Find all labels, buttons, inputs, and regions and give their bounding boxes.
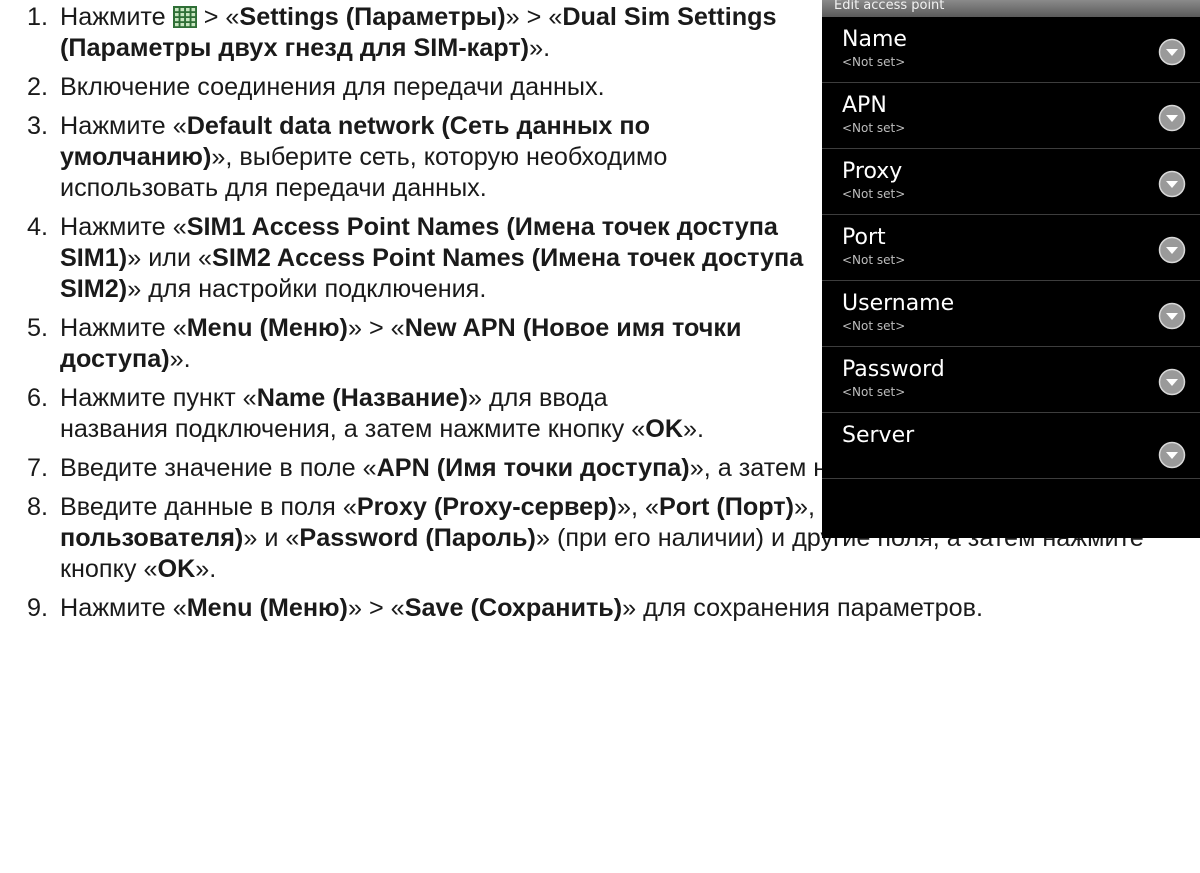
- step-4: 4. Нажмите «SIM1 Access Point Names (Име…: [8, 212, 820, 305]
- step-number: 3.: [26, 112, 48, 140]
- step-5: 5. Нажмите «Menu (Меню)» > «New APN (Нов…: [8, 313, 820, 375]
- bold-term: APN (Имя точки доступа): [376, 454, 690, 482]
- apn-field-port[interactable]: Port <Not set>: [822, 215, 1200, 281]
- bold-term: Proxy (Proxy-сервер): [356, 493, 617, 521]
- step-number: 5.: [26, 314, 48, 342]
- text-run: » и «: [243, 524, 300, 552]
- text-run: » для сохранения параметров.: [622, 594, 984, 622]
- apn-field-apn[interactable]: APN <Not set>: [822, 83, 1200, 149]
- apn-field-label: Password: [842, 357, 945, 382]
- apn-field-value: <Not set>: [842, 55, 906, 69]
- apn-field-username[interactable]: Username <Not set>: [822, 281, 1200, 347]
- text-run: » или «: [127, 244, 213, 272]
- step-number: 9.: [26, 594, 48, 622]
- bold-term: Menu (Меню): [186, 314, 348, 342]
- apn-field-value: <Not set>: [842, 319, 906, 333]
- text-run: » для ввода: [467, 384, 608, 412]
- bold-term: Menu (Меню): [186, 594, 348, 622]
- step-text: Нажмите «SIM1 Access Point Names (Имена …: [60, 213, 803, 303]
- bold-term: OK: [645, 415, 684, 443]
- text-run: ».: [169, 345, 191, 373]
- text-run: », «: [616, 493, 659, 521]
- text-run: Нажмите пункт «: [60, 384, 257, 412]
- apn-field-label: Name: [842, 27, 907, 52]
- dropdown-arrow-icon[interactable]: [1158, 104, 1186, 132]
- step-number: 1.: [26, 3, 48, 31]
- text-run: ».: [529, 34, 551, 62]
- apps-grid-icon: [172, 6, 197, 28]
- text-run: Нажмите «: [60, 213, 187, 241]
- apn-field-server[interactable]: Server: [822, 413, 1200, 479]
- apn-edit-screen: Edit access point Name <Not set> APN <Not s…: [822, 0, 1200, 538]
- apn-field-password[interactable]: Password <Not set>: [822, 347, 1200, 413]
- dropdown-arrow-icon[interactable]: [1158, 236, 1186, 264]
- dropdown-arrow-icon[interactable]: [1158, 302, 1186, 330]
- text-run: ».: [683, 415, 705, 443]
- step-2: 2. Включение соединения для передачи дан…: [8, 72, 820, 103]
- step-1: 1. Нажмите > «Settings (Параметры)» > «D…: [8, 2, 820, 64]
- dropdown-arrow-icon[interactable]: [1158, 441, 1186, 469]
- bold-term: Settings (Параметры): [239, 3, 506, 31]
- text-run: Нажмите: [60, 3, 173, 31]
- dropdown-arrow-icon[interactable]: [1158, 368, 1186, 396]
- step-number: 6.: [26, 384, 48, 412]
- step-3: 3. Нажмите «Default data network (Сеть д…: [8, 111, 820, 204]
- step-text: Нажмите «Default data network (Сеть данн…: [60, 112, 667, 202]
- step-number: 8.: [26, 493, 48, 521]
- apn-field-value: <Not set>: [842, 121, 906, 135]
- bold-term: Password (Пароль): [299, 524, 536, 552]
- text-run: названия подключения, а затем нажмите кн…: [60, 415, 646, 443]
- text-run: Нажмите «: [60, 112, 187, 140]
- apn-field-value: <Not set>: [842, 187, 906, 201]
- text-run: Введите данные в поля «: [60, 493, 357, 521]
- step-number: 2.: [26, 73, 48, 101]
- apn-field-value: <Not set>: [842, 385, 906, 399]
- apn-field-label: APN: [842, 93, 887, 118]
- text-run: » > «: [347, 594, 405, 622]
- step-9: 9. Нажмите «Menu (Меню)» > «Save (Сохран…: [8, 593, 1198, 624]
- apn-field-list: Name <Not set> APN <Not set> Proxy <Not set> P…: [822, 17, 1200, 479]
- text-run: » для настройки подключения.: [127, 275, 487, 303]
- step-text: Нажмите пункт «Name (Название)» для ввод…: [60, 384, 704, 443]
- apn-field-label: Username: [842, 291, 955, 316]
- text-run: Включение соединения для передачи данных…: [60, 73, 605, 101]
- text-run: » > «: [505, 3, 563, 31]
- apn-field-name[interactable]: Name <Not set>: [822, 17, 1200, 83]
- text-run: » > «: [347, 314, 405, 342]
- text-run: Введите значение в поле «: [60, 454, 377, 482]
- apn-field-label: Server: [842, 423, 915, 448]
- bold-term: Name (Название): [256, 384, 468, 412]
- step-text: Нажмите «Menu (Меню)» > «Save (Сохранить…: [60, 594, 983, 622]
- text-run: Нажмите «: [60, 594, 187, 622]
- apn-field-value: <Not set>: [842, 253, 906, 267]
- step-text: Включение соединения для передачи данных…: [60, 73, 605, 101]
- bold-term: Save (Сохранить): [404, 594, 623, 622]
- text-run: Нажмите «: [60, 314, 187, 342]
- text-run: ».: [195, 555, 217, 583]
- step-number: 4.: [26, 213, 48, 241]
- screen-title: Edit access point: [822, 0, 1200, 17]
- step-text: Нажмите «Menu (Меню)» > «New APN (Новое …: [60, 314, 742, 373]
- step-number: 7.: [26, 454, 48, 482]
- apn-field-label: Port: [842, 225, 886, 250]
- step-text: Нажмите > «Settings (Параметры)» > «Dual…: [60, 3, 776, 62]
- dropdown-arrow-icon[interactable]: [1158, 38, 1186, 66]
- apn-field-proxy[interactable]: Proxy <Not set>: [822, 149, 1200, 215]
- text-run: > «: [196, 3, 240, 31]
- bold-term: Port (Порт): [658, 493, 794, 521]
- bold-term: OK: [157, 555, 196, 583]
- dropdown-arrow-icon[interactable]: [1158, 170, 1186, 198]
- apn-field-label: Proxy: [842, 159, 903, 184]
